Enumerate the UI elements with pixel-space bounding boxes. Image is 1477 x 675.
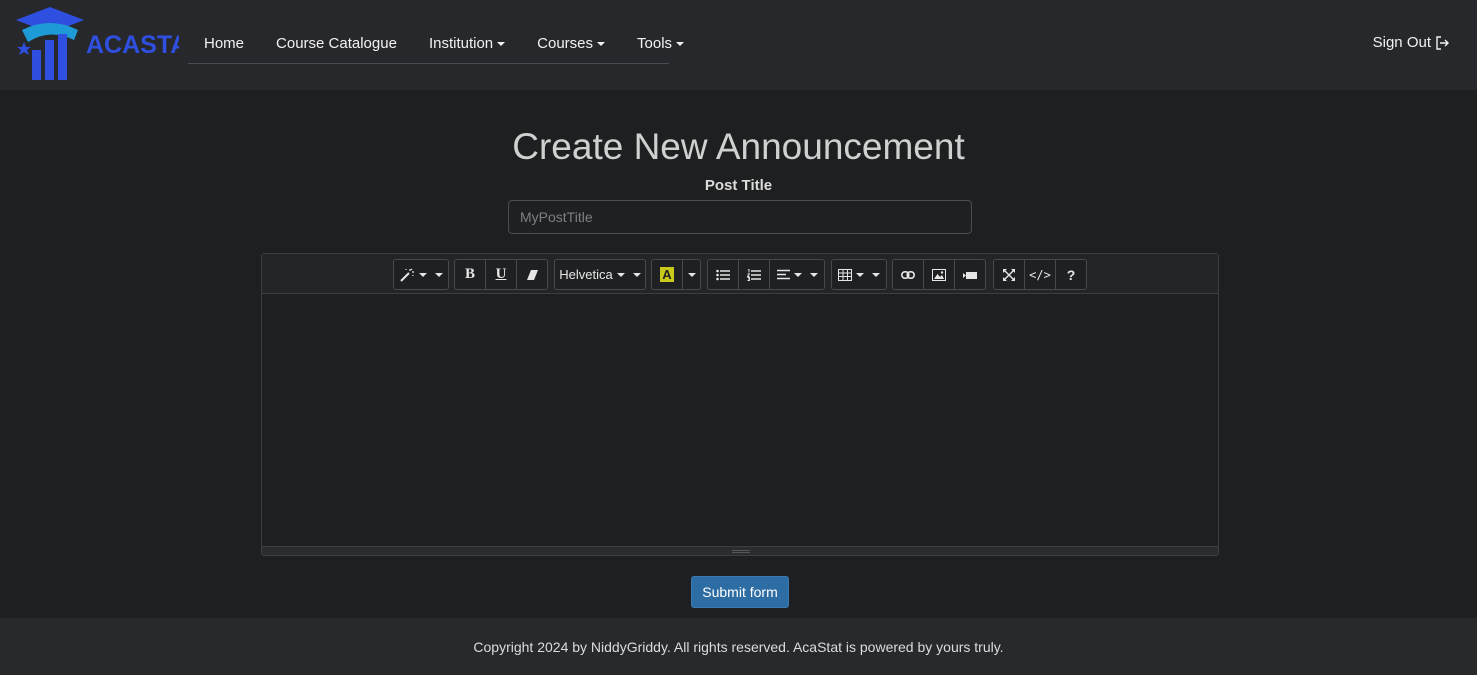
top-navbar: ACASTAT Home Course Catalogue Institutio… bbox=[0, 0, 1477, 90]
nav-tools-dropdown[interactable]: Tools bbox=[621, 24, 700, 64]
underline-icon: U bbox=[495, 266, 507, 282]
help-button[interactable]: ? bbox=[1055, 259, 1087, 290]
footer-copyright: Copyright 2024 by NiddyGriddy. All right… bbox=[473, 639, 1004, 655]
nav-courses-label: Courses bbox=[537, 35, 594, 52]
caret-down-icon bbox=[435, 272, 443, 277]
caret-down-icon bbox=[597, 41, 606, 46]
nav-home-label: Home bbox=[204, 35, 245, 52]
insert-link-button[interactable] bbox=[892, 259, 924, 290]
page-footer: Copyright 2024 by NiddyGriddy. All right… bbox=[0, 618, 1477, 675]
code-view-button[interactable]: </> bbox=[1024, 259, 1056, 290]
ordered-list-icon bbox=[747, 268, 761, 281]
link-icon bbox=[901, 270, 915, 279]
font-family-value: Helvetica bbox=[559, 267, 613, 282]
help-icon: ? bbox=[1066, 266, 1076, 283]
editor-toolbar: B U Helvetica A </> ? bbox=[262, 254, 1218, 294]
acastat-logo[interactable]: ACASTAT bbox=[14, 6, 179, 84]
bold-button[interactable]: B bbox=[454, 259, 486, 290]
nav-home[interactable]: Home bbox=[188, 24, 260, 64]
page-title: Create New Announcement bbox=[512, 126, 965, 167]
table-icon bbox=[838, 268, 852, 281]
unordered-list-button[interactable] bbox=[707, 259, 739, 290]
nav-courses-dropdown[interactable]: Courses bbox=[521, 24, 621, 64]
caret-down-icon bbox=[687, 272, 696, 277]
text-color-button[interactable]: A bbox=[651, 259, 683, 290]
logo-text: ACASTAT bbox=[86, 31, 179, 59]
post-title-input[interactable] bbox=[508, 200, 972, 234]
code-view-icon: </> bbox=[1029, 267, 1051, 282]
fullscreen-icon bbox=[1003, 268, 1015, 281]
main-nav: Home Course Catalogue Institution Course… bbox=[188, 24, 685, 64]
caret-down-icon bbox=[497, 41, 506, 46]
editor-resize-bar[interactable] bbox=[262, 546, 1218, 555]
nav-course-catalogue[interactable]: Course Catalogue bbox=[260, 24, 413, 64]
table-dropdown-button[interactable] bbox=[831, 259, 887, 290]
nav-institution-label: Institution bbox=[428, 35, 494, 52]
unordered-list-icon bbox=[716, 269, 730, 280]
editor-content-area[interactable] bbox=[262, 294, 1218, 546]
caret-down-icon bbox=[676, 41, 685, 46]
text-color-icon: A bbox=[660, 267, 674, 282]
underline-button[interactable]: U bbox=[485, 259, 517, 290]
insert-picture-button[interactable] bbox=[923, 259, 955, 290]
rich-text-editor: B U Helvetica A </> ? bbox=[261, 253, 1219, 556]
eraser-icon bbox=[526, 269, 538, 280]
caret-down-icon bbox=[809, 272, 818, 277]
caret-down-icon bbox=[856, 272, 864, 277]
caret-down-icon bbox=[616, 272, 625, 277]
resize-grip-icon bbox=[732, 550, 750, 553]
fullscreen-button[interactable] bbox=[993, 259, 1025, 290]
nav-course-catalogue-label: Course Catalogue bbox=[276, 35, 397, 52]
insert-video-button[interactable] bbox=[954, 259, 986, 290]
nav-tools-label: Tools bbox=[637, 35, 673, 52]
picture-icon bbox=[932, 268, 946, 281]
sign-out-icon bbox=[1436, 35, 1449, 50]
submit-form-button[interactable]: Submit form bbox=[691, 576, 789, 608]
style-dropdown-button[interactable] bbox=[393, 259, 449, 290]
nav-institution-dropdown[interactable]: Institution bbox=[413, 24, 521, 64]
post-title-label: Post Title bbox=[704, 177, 773, 194]
caret-down-icon bbox=[419, 272, 427, 277]
sign-out-link[interactable]: Sign Out bbox=[1373, 34, 1450, 51]
clear-format-button[interactable] bbox=[516, 259, 548, 290]
font-family-dropdown[interactable]: Helvetica bbox=[554, 259, 646, 290]
sign-out-label: Sign Out bbox=[1372, 34, 1431, 51]
caret-down-icon bbox=[793, 272, 802, 277]
caret-down-icon bbox=[872, 272, 880, 277]
video-icon bbox=[963, 271, 977, 279]
paragraph-align-dropdown[interactable] bbox=[769, 259, 825, 290]
caret-down-icon bbox=[632, 272, 641, 277]
paragraph-align-icon bbox=[776, 269, 790, 280]
ordered-list-button[interactable] bbox=[738, 259, 770, 290]
bold-icon: B bbox=[464, 266, 475, 282]
magic-style-icon bbox=[400, 268, 414, 282]
color-dropdown-button[interactable] bbox=[682, 259, 701, 290]
